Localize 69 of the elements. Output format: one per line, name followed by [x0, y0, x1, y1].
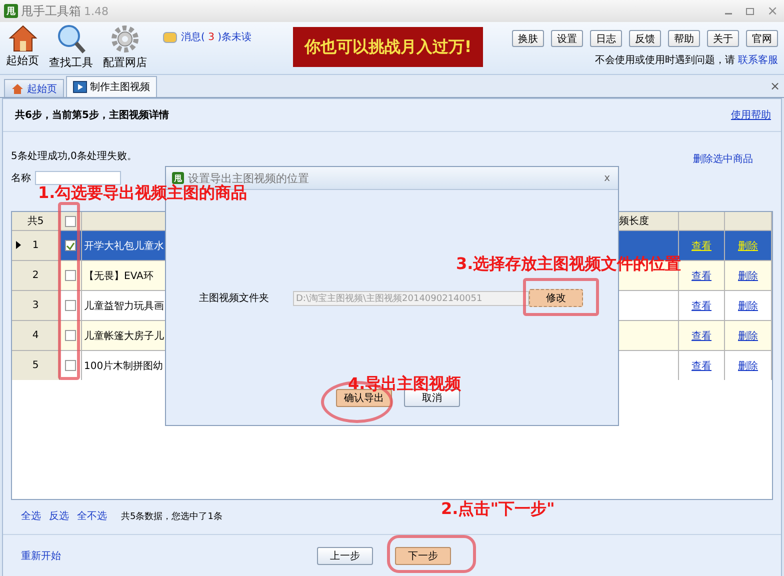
result-text: 5条处理成功,0条处理失败。: [11, 150, 137, 163]
close-button[interactable]: x: [604, 172, 610, 184]
help-text: 不会使用或使用时遇到问题，请: [595, 54, 735, 67]
film-icon: [73, 81, 87, 93]
toolbar-button[interactable]: 日志: [590, 30, 622, 47]
search-icon: [56, 24, 86, 54]
view-link[interactable]: 查看: [692, 298, 712, 312]
name-filter-field[interactable]: [35, 171, 121, 185]
selection-link[interactable]: 反选: [49, 509, 69, 523]
toolbar-tool[interactable]: 查找工具: [49, 24, 93, 70]
annotation-text: 3.选择存放主图视频文件的位置: [456, 254, 682, 275]
annotation-text: 1.勾选要导出视频主图的商品: [38, 183, 248, 204]
step-header: 共6步，当前第5步，主图视频详情: [15, 108, 169, 122]
view-link[interactable]: 查看: [692, 238, 712, 252]
restart-link[interactable]: 重新开始: [21, 549, 317, 563]
delete-link[interactable]: 删除: [738, 328, 758, 342]
contact-link[interactable]: 联系客服: [738, 53, 778, 67]
row-checkbox[interactable]: [65, 240, 76, 251]
version-label: 1.48: [84, 4, 108, 18]
row-number: 4: [32, 330, 39, 341]
toolbar-button[interactable]: 帮助: [668, 30, 700, 47]
delete-link[interactable]: 删除: [738, 238, 758, 252]
messages-link[interactable]: 消息( 3 )条未读: [181, 30, 252, 44]
row-number: 5: [32, 360, 39, 371]
next-step-button[interactable]: 下一步: [395, 547, 451, 565]
select-all-checkbox[interactable]: [65, 216, 76, 226]
toolbar-button[interactable]: 关于: [707, 30, 739, 47]
row-checkbox[interactable]: [65, 270, 76, 281]
filter-label: 名称: [11, 172, 31, 185]
tab[interactable]: 起始页: [4, 79, 64, 97]
delete-link[interactable]: 删除: [738, 298, 758, 312]
selection-summary: 共5条数据，您选中了1条: [121, 510, 222, 522]
annotation-text: 2.点击"下一步": [441, 499, 555, 520]
app-logo: 甩: [172, 172, 184, 184]
folder-label: 主图视频文件夹: [199, 292, 269, 305]
delete-link[interactable]: 删除: [738, 268, 758, 282]
modify-button[interactable]: 修改: [529, 289, 583, 307]
usage-help-link[interactable]: 使用帮助: [731, 108, 771, 122]
row-checkbox[interactable]: [65, 300, 76, 311]
tab[interactable]: 制作主图视频: [66, 76, 157, 97]
maximize-icon[interactable]: [744, 6, 756, 16]
row-number: 1: [32, 240, 39, 251]
selection-link[interactable]: 全选: [21, 509, 41, 523]
window-title: 甩手工具箱: [21, 2, 81, 20]
house-icon: [8, 24, 38, 52]
toolbar-tool[interactable]: 配置网店: [103, 24, 147, 70]
selection-link[interactable]: 全不选: [77, 509, 107, 523]
delete-link[interactable]: 删除: [738, 358, 758, 372]
view-link[interactable]: 查看: [692, 328, 712, 342]
app-logo: 甩: [4, 4, 18, 18]
row-number: 3: [32, 300, 39, 311]
toolbar-button[interactable]: 反馈: [629, 30, 661, 47]
view-link[interactable]: 查看: [692, 358, 712, 372]
house-icon: [11, 82, 24, 94]
delete-selected-link[interactable]: 删除选中商品: [693, 152, 753, 166]
view-link[interactable]: 查看: [692, 268, 712, 282]
toolbar-button[interactable]: 设置: [551, 30, 583, 47]
close-tab-button[interactable]: ×: [770, 79, 780, 93]
toolbar-button[interactable]: 换肤: [512, 30, 544, 47]
toolbar-tool[interactable]: 起始页: [6, 24, 39, 68]
previous-step-button[interactable]: 上一步: [317, 547, 373, 565]
ad-banner[interactable]: 你也可以挑战月入过万!: [293, 27, 483, 67]
gear-icon: [110, 24, 140, 54]
row-number: 2: [32, 270, 39, 281]
row-checkbox[interactable]: [65, 330, 76, 341]
dialog-title: 设置导出主图视频的位置: [188, 170, 309, 184]
toolbar-button[interactable]: 官网: [746, 30, 778, 47]
row-pointer-icon: [16, 241, 21, 249]
row-checkbox[interactable]: [65, 360, 76, 371]
